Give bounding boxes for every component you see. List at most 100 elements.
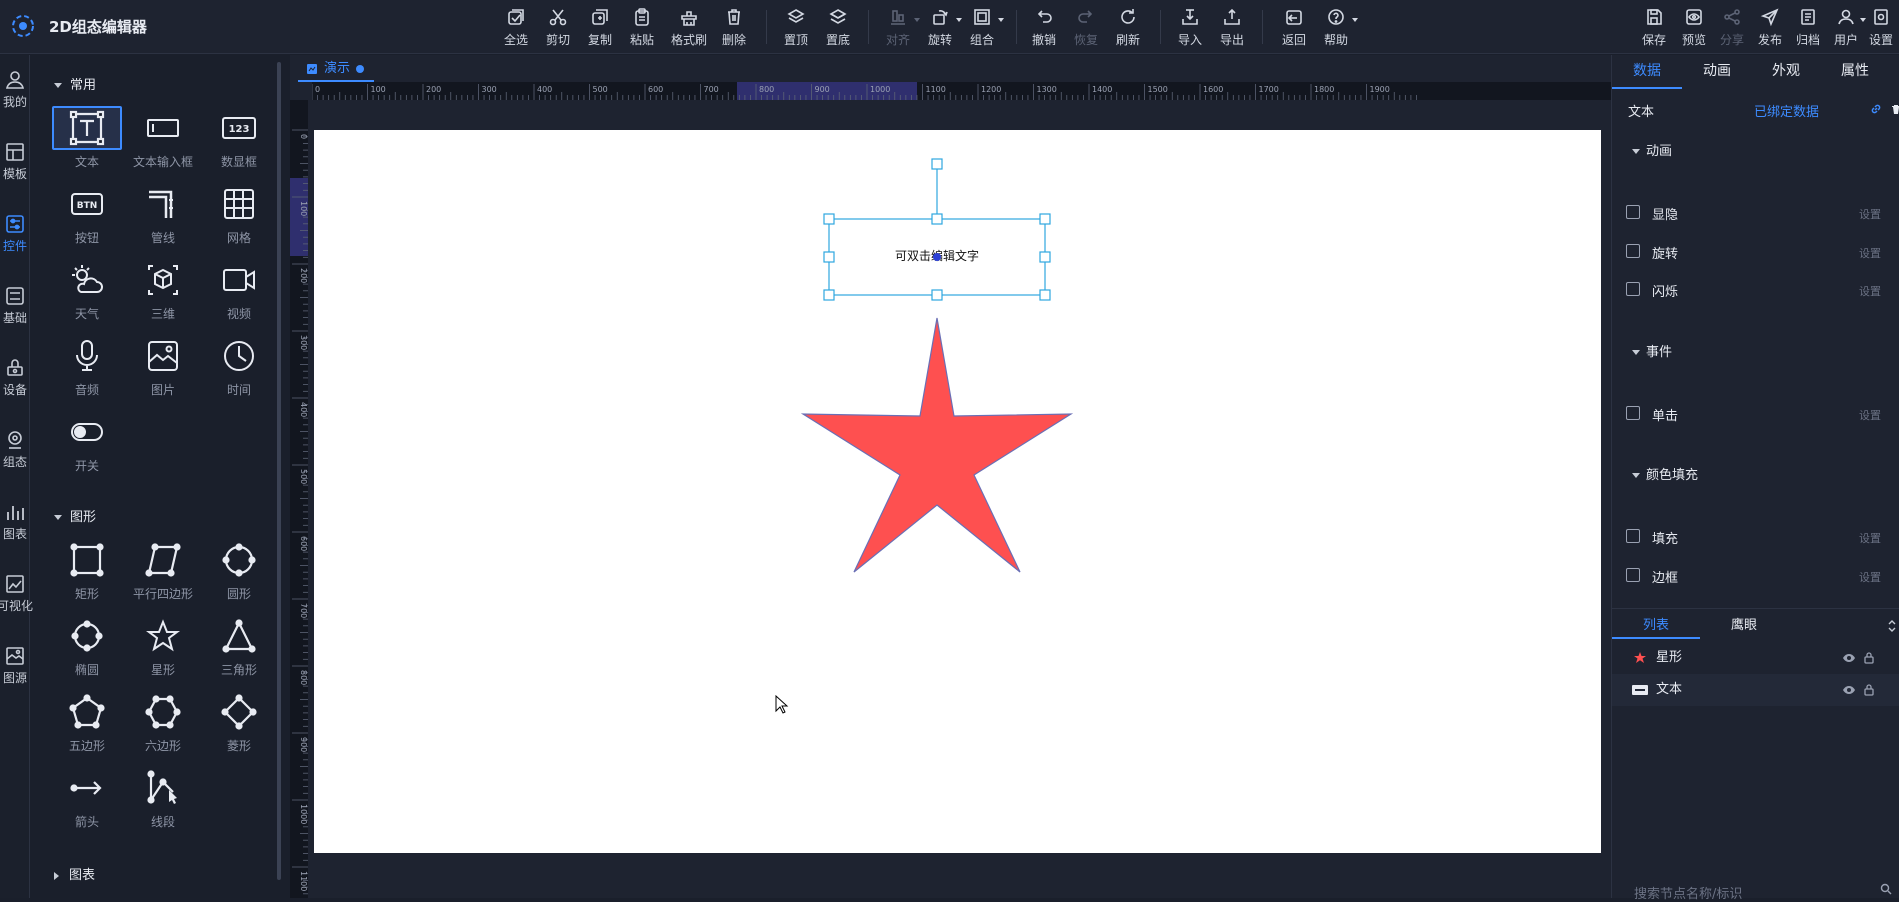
nav-item-device[interactable]: 设备 bbox=[0, 343, 30, 401]
checkbox-border[interactable] bbox=[1626, 568, 1640, 582]
set-link[interactable]: 设置 bbox=[1859, 407, 1881, 423]
section-common[interactable]: 常用 bbox=[54, 74, 96, 93]
tab-animation[interactable]: 动画 bbox=[1682, 55, 1752, 89]
eye-icon[interactable] bbox=[1842, 652, 1856, 664]
section-animation[interactable]: 动画 bbox=[1632, 140, 1672, 159]
layer-item-star[interactable]: 星形 bbox=[1612, 642, 1899, 674]
set-link[interactable]: 设置 bbox=[1859, 569, 1881, 585]
group-button[interactable]: 组合 bbox=[962, 4, 1004, 50]
widget-diamond[interactable]: 菱形 bbox=[202, 690, 276, 762]
tab-data[interactable]: 数据 bbox=[1612, 55, 1682, 89]
align-button[interactable]: 对齐 bbox=[878, 4, 920, 50]
resize-handle[interactable] bbox=[1039, 251, 1051, 263]
rotate-button[interactable]: 旋转 bbox=[920, 4, 962, 50]
widget-rectangle[interactable]: 矩形 bbox=[50, 538, 124, 610]
widget-button[interactable]: BTN 按钮 bbox=[50, 182, 124, 254]
resize-handle[interactable] bbox=[823, 213, 835, 225]
section-charts[interactable]: 图表 bbox=[54, 864, 95, 883]
resize-handle[interactable] bbox=[823, 251, 835, 263]
search-icon[interactable] bbox=[1880, 883, 1892, 895]
nav-item-config[interactable]: 组态 bbox=[0, 415, 30, 473]
archive-button[interactable]: 归档 bbox=[1790, 4, 1826, 50]
widget-hexagon[interactable]: 六边形 bbox=[126, 690, 200, 762]
widget-triangle[interactable]: 三角形 bbox=[202, 614, 276, 686]
set-link[interactable]: 设置 bbox=[1859, 206, 1881, 222]
undo-button[interactable]: 撤销 bbox=[1024, 4, 1064, 50]
widget-image[interactable]: 图片 bbox=[126, 334, 200, 406]
tab-list[interactable]: 列表 bbox=[1612, 615, 1700, 639]
bound-data-link[interactable]: 已绑定数据 bbox=[1754, 101, 1819, 120]
document-tab[interactable]: 演示 bbox=[298, 58, 374, 82]
cut-button[interactable]: 剪切 bbox=[538, 4, 578, 50]
rotate-handle[interactable] bbox=[931, 158, 943, 170]
eye-icon[interactable] bbox=[1842, 684, 1856, 696]
resize-handle[interactable] bbox=[1039, 213, 1051, 225]
checkbox-visibility[interactable] bbox=[1626, 205, 1640, 219]
copy-button[interactable]: 复制 bbox=[580, 4, 620, 50]
widget-grid[interactable]: 网格 bbox=[202, 182, 276, 254]
link-icon[interactable] bbox=[1870, 103, 1882, 115]
nav-item-visual[interactable]: 可视化 bbox=[0, 559, 33, 617]
widget-text-input[interactable]: 文本输入框 bbox=[126, 106, 200, 178]
redo-button[interactable]: 恢复 bbox=[1066, 4, 1106, 50]
delete-button[interactable]: 删除 bbox=[714, 4, 754, 50]
checkbox-fill[interactable] bbox=[1626, 529, 1640, 543]
paste-button[interactable]: 粘贴 bbox=[622, 4, 662, 50]
resize-handle[interactable] bbox=[931, 289, 943, 301]
tab-eagle-eye[interactable]: 鹰眼 bbox=[1700, 615, 1788, 639]
bring-front-button[interactable]: 置顶 bbox=[776, 4, 816, 50]
widget-star[interactable]: 星形 bbox=[126, 614, 200, 686]
widget-line-segment[interactable]: 线段 bbox=[126, 766, 200, 838]
nav-item-basic[interactable]: 基础 bbox=[0, 271, 30, 329]
palette-scrollbar[interactable] bbox=[277, 62, 281, 880]
tab-properties[interactable]: 属性 bbox=[1820, 55, 1890, 89]
tab-appearance[interactable]: 外观 bbox=[1751, 55, 1821, 89]
user-button[interactable]: 用户 bbox=[1828, 4, 1866, 50]
lock-icon[interactable] bbox=[1864, 651, 1874, 664]
resize-handle[interactable] bbox=[1039, 289, 1051, 301]
widget-3d[interactable]: 三维 bbox=[126, 258, 200, 330]
widget-pipe[interactable]: 管线 bbox=[126, 182, 200, 254]
widget-parallelogram[interactable]: 平行四边形 bbox=[126, 538, 200, 610]
resize-handle[interactable] bbox=[823, 289, 835, 301]
share-button[interactable]: 分享 bbox=[1714, 4, 1750, 50]
widget-text[interactable]: 文本 bbox=[50, 106, 124, 178]
section-events[interactable]: 事件 bbox=[1632, 341, 1672, 360]
widget-video[interactable]: 视频 bbox=[202, 258, 276, 330]
widget-weather[interactable]: 天气 bbox=[50, 258, 124, 330]
select-all-button[interactable]: 全选 bbox=[496, 4, 536, 50]
canvas-page[interactable]: 可双击编辑文字 bbox=[314, 130, 1601, 853]
set-link[interactable]: 设置 bbox=[1859, 283, 1881, 299]
widget-circle[interactable]: 圆形 bbox=[202, 538, 276, 610]
back-button[interactable]: 返回 bbox=[1274, 4, 1314, 50]
nav-item-template[interactable]: 模板 bbox=[0, 127, 30, 185]
set-link[interactable]: 设置 bbox=[1859, 245, 1881, 261]
preview-button[interactable]: 预览 bbox=[1676, 4, 1712, 50]
import-button[interactable]: 导入 bbox=[1170, 4, 1210, 50]
nav-item-control[interactable]: 控件 bbox=[0, 199, 30, 257]
expand-collapse-icon[interactable] bbox=[1888, 619, 1896, 633]
widget-time[interactable]: 时间 bbox=[202, 334, 276, 406]
widget-audio[interactable]: 音频 bbox=[50, 334, 124, 406]
node-search-bar[interactable]: 搜索节点名称/标识 bbox=[1612, 881, 1899, 902]
section-color-fill[interactable]: 颜色填充 bbox=[1632, 464, 1698, 483]
widget-number-box[interactable]: 123 数显框 bbox=[202, 106, 276, 178]
widget-switch[interactable]: 开关 bbox=[50, 410, 124, 482]
checkbox-click[interactable] bbox=[1626, 406, 1640, 420]
section-shapes[interactable]: 图形 bbox=[54, 506, 96, 525]
trash-icon[interactable] bbox=[1890, 103, 1899, 115]
publish-button[interactable]: 发布 bbox=[1752, 4, 1788, 50]
refresh-button[interactable]: 刷新 bbox=[1108, 4, 1148, 50]
checkbox-rotate[interactable] bbox=[1626, 244, 1640, 258]
save-button[interactable]: 保存 bbox=[1636, 4, 1672, 50]
help-button[interactable]: 帮助 bbox=[1316, 4, 1358, 50]
widget-arrow[interactable]: 箭头 bbox=[50, 766, 124, 838]
settings-button[interactable]: 设置 bbox=[1864, 4, 1898, 50]
export-button[interactable]: 导出 bbox=[1212, 4, 1252, 50]
format-brush-button[interactable]: 格式刷 bbox=[668, 4, 710, 50]
nav-item-source[interactable]: 图源 bbox=[0, 631, 30, 689]
send-back-button[interactable]: 置底 bbox=[818, 4, 858, 50]
canvas-star-shape[interactable] bbox=[800, 317, 1074, 573]
set-link[interactable]: 设置 bbox=[1859, 530, 1881, 546]
lock-icon[interactable] bbox=[1864, 683, 1874, 696]
